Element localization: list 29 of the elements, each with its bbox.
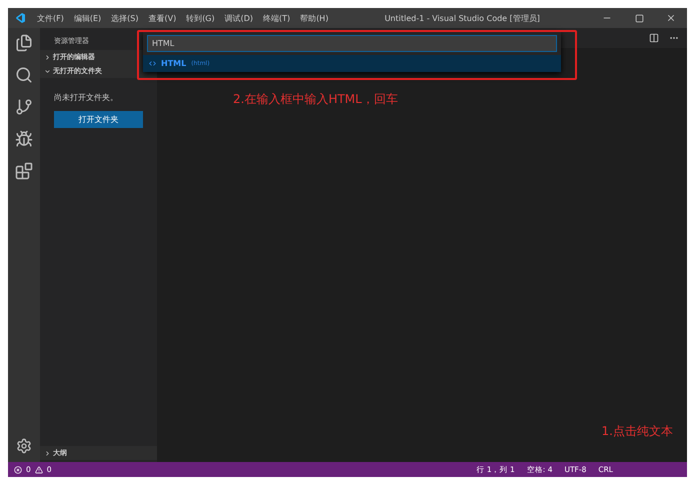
result-label: HTML: [161, 59, 186, 68]
logo-icon: [14, 12, 26, 24]
menu-item[interactable]: 查看(V): [143, 12, 182, 24]
menu-item[interactable]: 文件(F): [32, 12, 69, 24]
settings-icon[interactable]: [16, 438, 32, 454]
bug-icon[interactable]: [15, 130, 33, 148]
window-title: Untitled-1 - Visual Studio Code [管理员]: [384, 12, 541, 24]
menu-item[interactable]: 调试(D): [220, 12, 258, 24]
close-icon[interactable]: [666, 13, 676, 23]
menu-item[interactable]: 帮助(H): [295, 12, 334, 24]
menu-item[interactable]: 选择(S): [106, 12, 144, 24]
open-folder-button[interactable]: 打开文件夹: [54, 111, 143, 128]
maximize-icon[interactable]: [634, 14, 644, 22]
input-field[interactable]: HTML: [147, 35, 557, 52]
warning-icon: [34, 466, 43, 474]
annotation-text: 1.点击纯文本: [602, 423, 673, 440]
annotation-text: 2.在输入框中输入HTML，回车: [233, 91, 398, 108]
menu-item[interactable]: 终端(T): [258, 12, 296, 24]
error-icon: [14, 466, 22, 474]
menu-item[interactable]: 编辑(E): [68, 12, 106, 24]
files-icon[interactable]: [15, 34, 33, 52]
extensions-icon[interactable]: [15, 162, 33, 180]
split-editor-icon[interactable]: [649, 33, 659, 43]
chevron-icon: [44, 450, 51, 456]
menu-item[interactable]: 转到(G): [181, 12, 220, 24]
code-icon: [149, 60, 156, 67]
search-icon[interactable]: [15, 66, 33, 84]
branch-icon[interactable]: [15, 98, 33, 116]
empty-message: 尚未打开文件夹。: [53, 92, 119, 104]
